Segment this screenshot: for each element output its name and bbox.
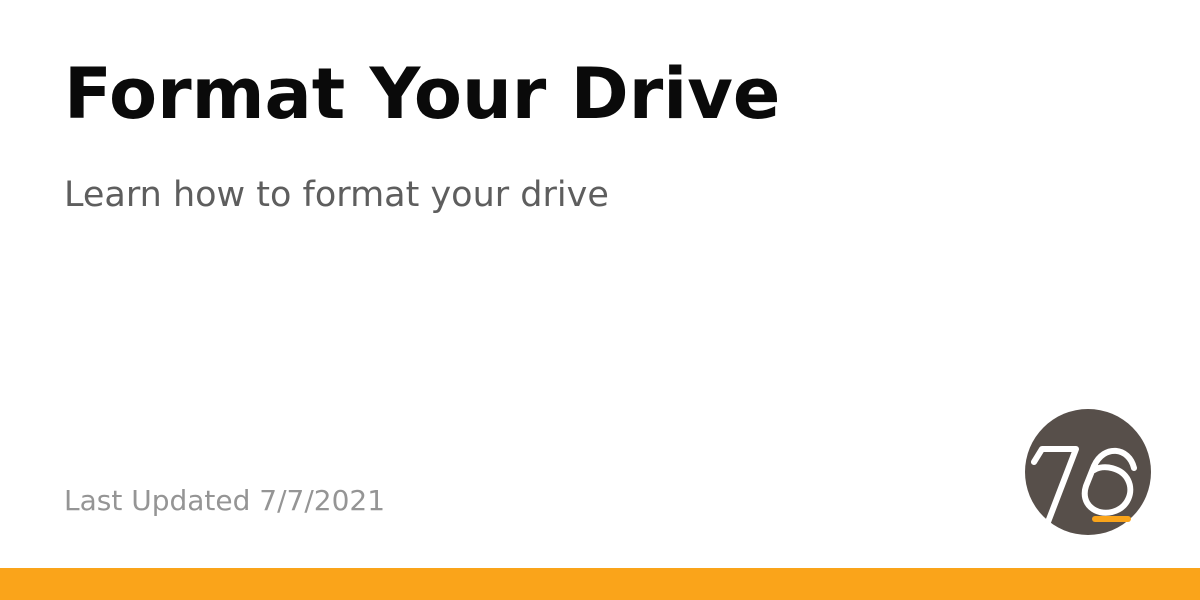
last-updated-text: Last Updated 7/7/2021 [64,484,386,517]
accent-bar [0,568,1200,600]
page-title: Format Your Drive [64,53,781,135]
page-subtitle: Learn how to format your drive [64,175,609,215]
social-card: Format Your Drive Learn how to format yo… [0,0,1200,600]
system76-logo-icon [1025,409,1151,535]
logo-circle [1025,409,1151,535]
